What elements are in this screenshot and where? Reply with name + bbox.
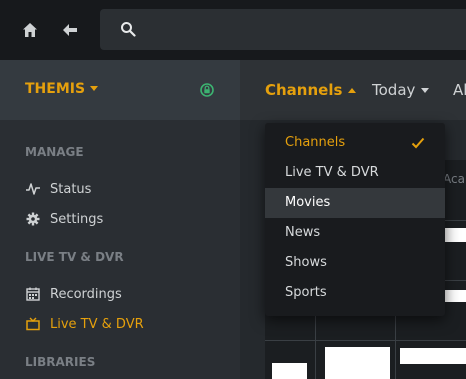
sidebar-item-status[interactable]: Status	[25, 181, 91, 197]
menu-item-live-tv-dvr[interactable]: Live TV & DVR	[265, 158, 445, 188]
tab-channels[interactable]: Channels	[265, 81, 357, 99]
menu-item-label: Shows	[285, 255, 327, 270]
menu-item-label: News	[285, 225, 321, 240]
chevron-down-icon	[421, 88, 430, 93]
sidebar-item-settings[interactable]: Settings	[25, 211, 103, 227]
sidebar-item-label: Live TV & DVR	[50, 316, 144, 332]
gear-icon	[25, 211, 41, 227]
home-icon	[23, 23, 37, 37]
menu-item-label: Sports	[285, 285, 327, 300]
back-button[interactable]	[56, 16, 84, 44]
tab-label: Channels	[265, 81, 343, 99]
checkmark-icon	[411, 137, 425, 149]
tab-today[interactable]: Today	[372, 81, 430, 99]
menu-item-shows[interactable]: Shows	[265, 248, 445, 278]
chevron-up-icon	[348, 88, 357, 93]
section-manage: MANAGE	[25, 145, 84, 159]
server-header: THEMIS	[0, 60, 240, 120]
section-libraries: LIBRARIES	[25, 355, 96, 369]
search-field[interactable]	[100, 9, 466, 50]
menu-item-sports[interactable]: Sports	[265, 278, 445, 308]
menu-item-label: Live TV & DVR	[285, 165, 379, 180]
program-thumbnail[interactable]	[445, 228, 466, 242]
sidebar-item-live-tv[interactable]: Live TV & DVR	[25, 316, 144, 332]
grid-column-header: Aca	[443, 172, 465, 186]
tab-dropdown-menu: Channels Live TV & DVR Movies News Shows…	[265, 123, 445, 316]
chevron-down-icon	[90, 86, 99, 91]
grid-divider	[265, 340, 466, 341]
sidebar-item-label: Status	[50, 181, 92, 197]
sidebar-item-label: Recordings	[50, 286, 122, 302]
menu-item-label: Channels	[285, 135, 346, 150]
program-thumbnail[interactable]	[445, 290, 466, 302]
server-name: THEMIS	[25, 81, 86, 97]
channel-logo	[325, 347, 390, 379]
tab-label: Today	[372, 81, 416, 99]
section-live-tv: LIVE TV & DVR	[25, 250, 124, 264]
tv-icon	[25, 316, 41, 332]
tab-label: Al	[453, 81, 466, 99]
tab-all[interactable]: Al	[453, 81, 466, 99]
menu-item-label: Movies	[285, 195, 331, 210]
sidebar: THEMIS MANAGE Status Settings LIVE TV & …	[0, 60, 240, 379]
server-selector[interactable]: THEMIS	[25, 81, 99, 97]
menu-item-news[interactable]: News	[265, 218, 445, 248]
activity-icon	[25, 181, 41, 197]
program-thumbnail[interactable]	[400, 348, 466, 364]
sidebar-item-label: Settings	[50, 211, 104, 227]
search-icon	[121, 22, 136, 37]
program-thumbnail[interactable]	[272, 363, 307, 379]
home-button[interactable]	[16, 16, 44, 44]
top-bar	[0, 0, 466, 60]
menu-item-channels[interactable]: Channels	[265, 128, 445, 158]
sidebar-item-recordings[interactable]: Recordings	[25, 286, 122, 302]
tab-bar: Channels Today Al	[240, 60, 466, 120]
back-arrow-icon	[63, 24, 77, 36]
calendar-icon	[25, 286, 41, 302]
menu-item-movies[interactable]: Movies	[265, 188, 445, 218]
secure-lock-icon	[200, 82, 214, 101]
